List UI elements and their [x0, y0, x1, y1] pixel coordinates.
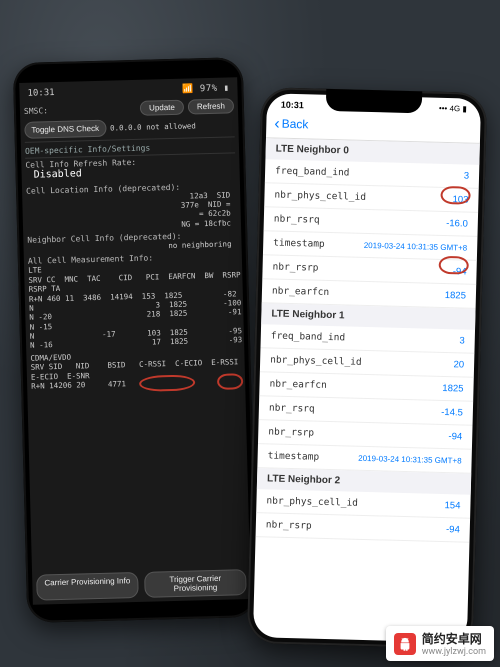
android-statusbar: 10:31 📶 97% ▮	[23, 81, 233, 100]
android-icon	[394, 633, 416, 655]
watermark-url: www.jylzwj.com	[422, 647, 486, 657]
dns-text: 0.0.0.0 not allowed	[110, 121, 196, 133]
update-button[interactable]: Update	[140, 100, 184, 116]
iphone: 10:31 ••• 4G ▮ Back LTE Neighbor 0 freq_…	[247, 87, 487, 649]
android-status-right: 📶 97% ▮	[182, 83, 229, 94]
iphone-screen: 10:31 ••• 4G ▮ Back LTE Neighbor 0 freq_…	[253, 93, 481, 642]
toggle-dns-button[interactable]: Toggle DNS Check	[24, 120, 106, 139]
list-row: nbr_rsrp-94	[256, 513, 471, 543]
iphone-status-right: ••• 4G ▮	[439, 104, 467, 115]
smsc-label: SMSC:	[24, 106, 48, 116]
watermark: 简约安卓网 www.jylzwj.com	[386, 626, 494, 661]
iphone-time: 10:31	[281, 100, 304, 111]
iphone-list[interactable]: LTE Neighbor 0 freq_band_ind3 nbr_phys_c…	[256, 138, 480, 542]
back-button[interactable]: Back	[274, 115, 308, 134]
refresh-button[interactable]: Refresh	[188, 98, 234, 114]
photo-background: 10:31 📶 97% ▮ SMSC: Update Refresh Toggl…	[0, 0, 500, 667]
android-time: 10:31	[27, 88, 54, 99]
android-screen: 10:31 📶 97% ▮ SMSC: Update Refresh Toggl…	[19, 77, 251, 605]
trigger-carrier-provisioning-button[interactable]: Trigger Carrier Provisioning	[144, 569, 247, 598]
android-phone: 10:31 📶 97% ▮ SMSC: Update Refresh Toggl…	[13, 57, 258, 623]
watermark-title: 简约安卓网	[422, 630, 486, 647]
iphone-notch	[326, 89, 423, 114]
carrier-provisioning-info-button[interactable]: Carrier Provisioning Info	[36, 572, 139, 601]
